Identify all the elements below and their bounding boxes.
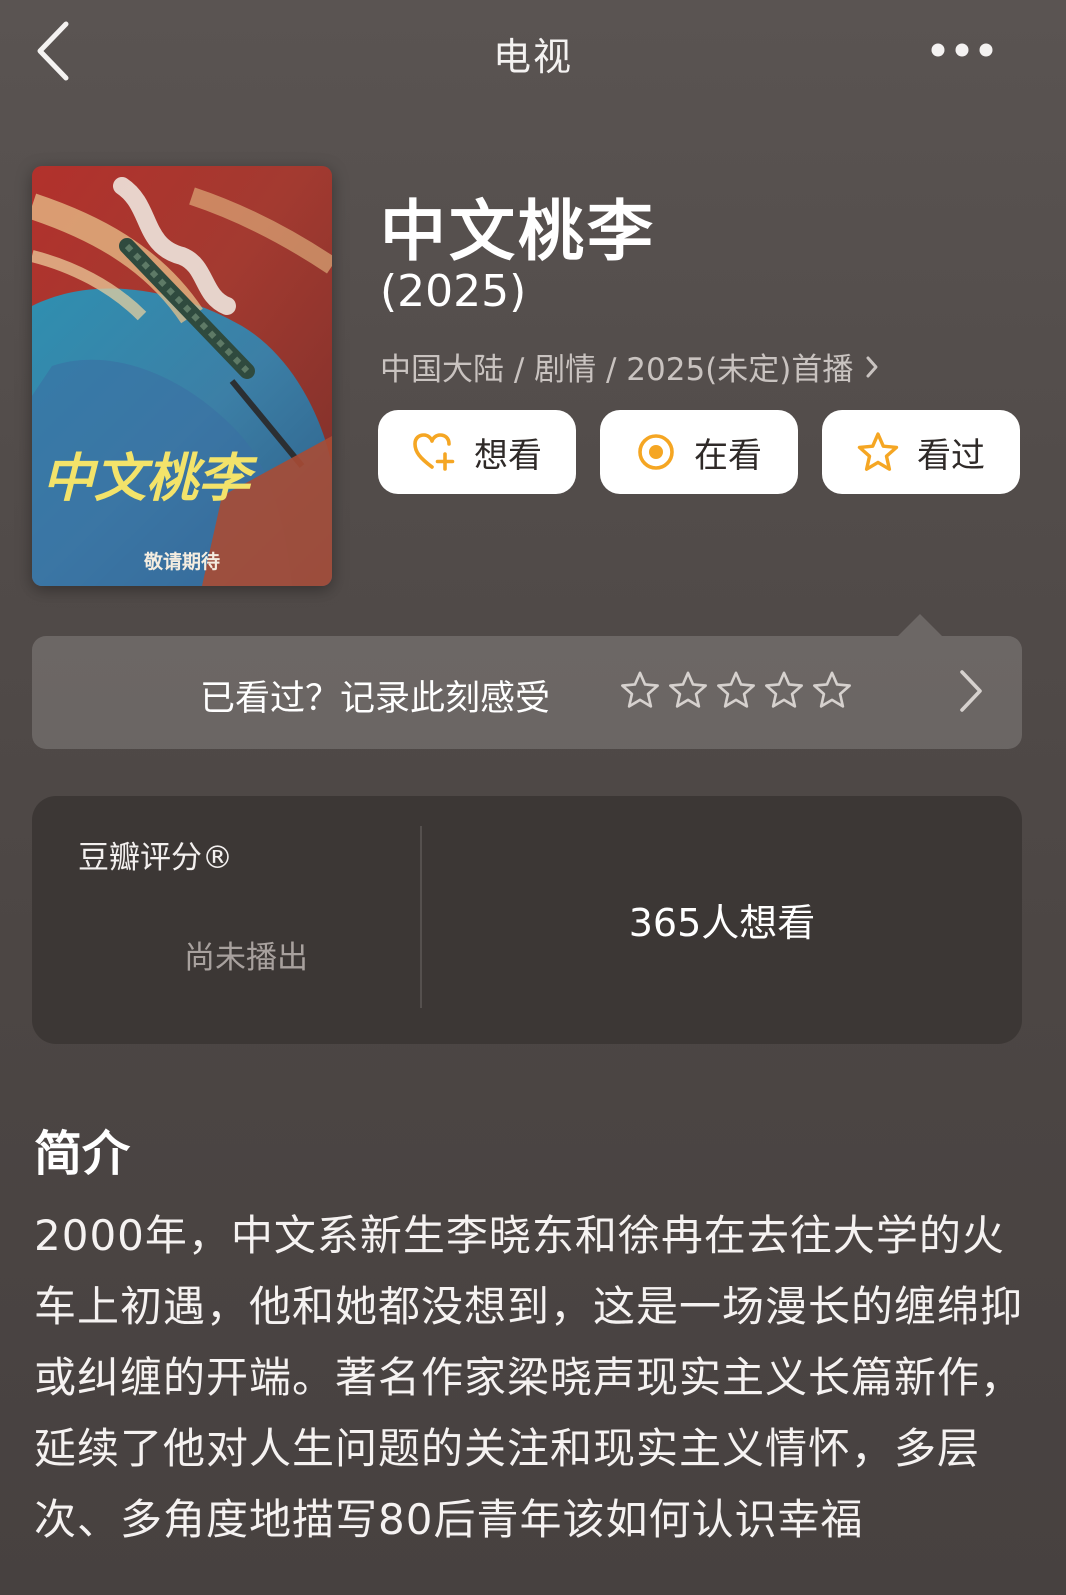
movie-meta-link[interactable]: 中国大陆 / 剧情 / 2025(未定)首播 <box>380 344 879 389</box>
movie-meta-text: 中国大陆 / 剧情 / 2025(未定)首播 <box>380 352 854 388</box>
more-button[interactable] <box>922 28 1002 72</box>
movie-title: 中文桃李 <box>380 193 656 270</box>
score-status: 尚未播出 <box>184 940 308 976</box>
intro-body: 2000年，中文系新生李晓东和徐冉在去往大学的火车上初遇，他和她都没想到，这是一… <box>34 1211 1024 1544</box>
star-icon <box>857 431 899 473</box>
want-to-watch-label: 想看 <box>474 435 542 476</box>
more-dots-icon <box>931 43 993 57</box>
score-card: 豆瓣评分® 尚未播出 365人想看 <box>32 796 1022 1044</box>
chevron-right-icon <box>958 668 984 714</box>
rating-star-5-icon[interactable] <box>812 670 852 710</box>
rate-stars <box>620 670 852 710</box>
intro-heading: 简介 <box>34 1126 131 1182</box>
rating-star-2-icon[interactable] <box>668 670 708 710</box>
watching-label: 在看 <box>694 435 762 476</box>
rating-star-1-icon[interactable] <box>620 670 660 710</box>
rate-bar-notch <box>898 614 942 636</box>
want-to-watch-button[interactable]: 想看 <box>378 410 576 494</box>
heart-plus-icon <box>412 432 456 472</box>
watching-button[interactable]: 在看 <box>600 410 798 494</box>
watched-label: 看过 <box>917 435 985 476</box>
rating-star-3-icon[interactable] <box>716 670 756 710</box>
poster-calligraphy: 中文桃李 <box>42 448 258 509</box>
nav-title: 电视 <box>492 35 573 79</box>
movie-year: (2025) <box>380 266 527 317</box>
chevron-right-icon <box>865 355 879 379</box>
rate-prompt-bar[interactable]: 已看过？记录此刻感受 <box>32 636 1022 749</box>
poster-image[interactable]: 中文桃李 敬请期待 <box>32 166 332 586</box>
poster-caption: 敬请期待 <box>143 550 220 573</box>
target-circle-icon <box>636 432 676 472</box>
watched-button[interactable]: 看过 <box>822 410 1020 494</box>
douban-score-label: 豆瓣评分® <box>78 840 233 876</box>
want-count[interactable]: 365人想看 <box>422 892 1022 947</box>
rating-star-4-icon[interactable] <box>764 670 804 710</box>
top-bar: 电视 <box>0 0 1066 105</box>
rate-prompt-text: 已看过？记录此刻感受 <box>200 679 551 719</box>
